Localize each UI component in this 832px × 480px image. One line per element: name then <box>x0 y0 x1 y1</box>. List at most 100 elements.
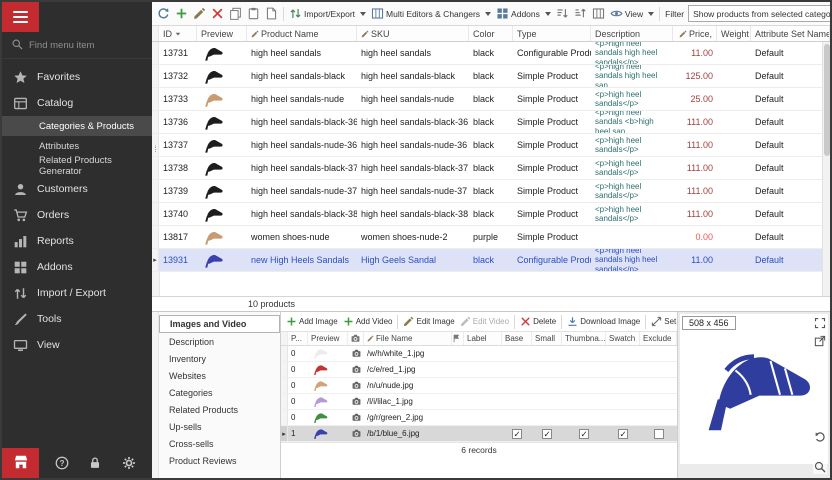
menu-toggle-button[interactable] <box>2 2 39 32</box>
column-header-file-name[interactable]: File Name <box>364 332 452 345</box>
import-export-dropdown[interactable]: Import/Export <box>287 4 368 23</box>
column-header-flag[interactable] <box>452 332 464 345</box>
checkbox[interactable]: ✓ <box>618 429 628 439</box>
multi-editors-dropdown[interactable]: Multi Editors & Changers <box>369 4 493 23</box>
checkbox[interactable] <box>654 429 664 439</box>
tab-cross-sells[interactable]: Cross-sells <box>159 435 280 452</box>
document-button[interactable] <box>263 4 280 23</box>
checkbox[interactable]: ✓ <box>579 429 589 439</box>
tab-description[interactable]: Description <box>159 333 280 350</box>
settings-gear-icon[interactable] <box>122 456 136 470</box>
sidebar-item-catalog[interactable]: Catalog <box>2 90 152 116</box>
image-row-c-e-red-1-jpg[interactable]: 0/c/e/red_1.jpg <box>281 362 677 378</box>
product-row-13931[interactable]: ▸13931new High Heels SandalsHigh Geels S… <box>152 249 822 272</box>
delete-button[interactable]: Delete <box>518 316 558 327</box>
column-header-thumbna[interactable]: Thumbna... <box>562 332 606 345</box>
column-header-exclude[interactable]: Exclude <box>640 332 677 345</box>
copy-button[interactable] <box>227 4 244 23</box>
column-header-p[interactable]: P... <box>288 332 308 345</box>
column-header-type[interactable]: Type <box>513 26 591 41</box>
edit-product-button[interactable] <box>191 4 208 23</box>
set-resize-rule-button[interactable]: Set Resize Rule <box>649 316 677 327</box>
columns-button[interactable] <box>590 4 607 23</box>
open-external-icon[interactable] <box>813 334 827 348</box>
edit-image-button[interactable]: Edit Image <box>401 316 456 327</box>
column-header-weight[interactable]: Weight <box>717 26 751 41</box>
column-header-preview[interactable]: Preview <box>308 332 348 345</box>
product-row-13738[interactable]: 13738high heel sandals-black-37high heel… <box>152 157 822 180</box>
column-header-color[interactable]: Color <box>469 26 513 41</box>
product-row-13817[interactable]: 13817women shoes-nudewomen shoes-nude-2p… <box>152 226 822 249</box>
column-header-product-name[interactable]: Product Name <box>247 26 357 41</box>
add-product-button[interactable] <box>173 4 190 23</box>
image-thumb <box>308 346 348 361</box>
sidebar-item-addons[interactable]: Addons <box>2 254 152 280</box>
lock-icon[interactable] <box>88 456 102 470</box>
add-video-button[interactable]: Add Video <box>341 316 395 327</box>
image-size-field[interactable]: 508 x 456 <box>682 316 736 330</box>
sidebar-item-customers[interactable]: Customers <box>2 176 152 202</box>
store-button[interactable] <box>2 448 39 478</box>
tab-categories[interactable]: Categories <box>159 384 280 401</box>
column-header-sku[interactable]: SKU <box>357 26 469 41</box>
image-row-l-i-lilac-1-jpg[interactable]: 0/l/i/lilac_1.jpg <box>281 394 677 410</box>
sidebar-item-favorites[interactable]: Favorites <box>2 64 152 90</box>
paste-button[interactable] <box>245 4 262 23</box>
sidebar-item-orders[interactable]: Orders <box>2 202 152 228</box>
zoom-icon[interactable] <box>813 460 827 474</box>
tab-websites[interactable]: Websites <box>159 367 280 384</box>
column-header-small[interactable]: Small <box>532 332 562 345</box>
image-row-b-1-blue-6-jpg[interactable]: ▸1/b/1/blue_6.jpg✓✓✓✓ <box>281 426 677 442</box>
sidebar-item-import-export[interactable]: Import / Export <box>2 280 152 306</box>
sidebar-item-attributes[interactable]: Attributes <box>2 136 152 156</box>
column-header-swatch[interactable]: Swatch <box>606 332 640 345</box>
sidebar-item-categories-products[interactable]: Categories & Products <box>2 116 152 136</box>
column-header-camera[interactable] <box>348 332 364 345</box>
column-header-id[interactable]: ID <box>159 26 197 41</box>
column-header-base[interactable]: Base <box>502 332 532 345</box>
sidebar-item-tools[interactable]: Tools <box>2 306 152 332</box>
column-header-description[interactable]: Description <box>591 26 673 41</box>
image-row-g-r-green-2-jpg[interactable]: 0/g/r/green_2.jpg <box>281 410 677 426</box>
tab-inventory[interactable]: Inventory <box>159 350 280 367</box>
vertical-scrollbar[interactable] <box>822 42 830 296</box>
menu-search-input[interactable] <box>29 40 143 51</box>
category-filter-select[interactable]: Show products from selected categories <box>688 5 830 22</box>
sidebar-item-related-products-generator[interactable]: Related Products Generator <box>2 156 152 176</box>
refresh-image-icon[interactable] <box>813 430 827 444</box>
image-row-w-h-white-1-jpg[interactable]: 0/w/h/white_1.jpg <box>281 346 677 362</box>
product-row-13732[interactable]: 13732high heel sandals-blackhigh heel sa… <box>152 65 822 88</box>
product-row-13737[interactable]: 13737high heel sandals-nude-36high heel … <box>152 134 822 157</box>
help-icon[interactable]: ? <box>55 456 69 470</box>
download-image-button[interactable]: Download Image <box>565 316 642 327</box>
addons-dropdown[interactable]: Addons <box>494 4 553 23</box>
sidebar-item-reports[interactable]: Reports <box>2 228 152 254</box>
checkbox[interactable]: ✓ <box>542 429 552 439</box>
sort-descending-button[interactable] <box>572 4 589 23</box>
view-dropdown[interactable]: View <box>608 4 656 23</box>
tab-images-and-video[interactable]: Images and Video <box>159 315 280 333</box>
splitter-handle[interactable]: ⁞ <box>152 145 159 153</box>
product-row-13736[interactable]: 13736high heel sandals-black-36high heel… <box>152 111 822 134</box>
scrollbar-thumb[interactable] <box>824 44 830 156</box>
column-header-attribute-set-name[interactable]: Attribute Set Name <box>751 26 830 41</box>
fullscreen-icon[interactable] <box>813 316 827 330</box>
image-row-n-u-nude-jpg[interactable]: 0/n/u/nude.jpg <box>281 378 677 394</box>
sort-ascending-button[interactable] <box>554 4 571 23</box>
add-image-button[interactable]: Add Image <box>284 316 340 327</box>
product-row-13740[interactable]: 13740high heel sandals-black-38high heel… <box>152 203 822 226</box>
product-row-13739[interactable]: 13739high heel sandals-nude-37high heel … <box>152 180 822 203</box>
column-header-price[interactable]: Price, <box>673 26 717 41</box>
refresh-button[interactable] <box>155 4 172 23</box>
sidebar-item-view[interactable]: View <box>2 332 152 358</box>
edit-video-button[interactable]: Edit Video <box>458 316 511 327</box>
checkbox[interactable]: ✓ <box>512 429 522 439</box>
product-row-13733[interactable]: 13733high heel sandals-nudehigh heel san… <box>152 88 822 111</box>
tab-related-products[interactable]: Related Products <box>159 401 280 418</box>
tab-product-reviews[interactable]: Product Reviews <box>159 452 280 469</box>
product-row-13731[interactable]: 13731high heel sandalshigh heel sandalsb… <box>152 42 822 65</box>
tab-up-sells[interactable]: Up-sells <box>159 418 280 435</box>
column-header-preview[interactable]: Preview <box>197 26 247 41</box>
column-header-label[interactable]: Label <box>464 332 502 345</box>
delete-product-button[interactable] <box>209 4 226 23</box>
